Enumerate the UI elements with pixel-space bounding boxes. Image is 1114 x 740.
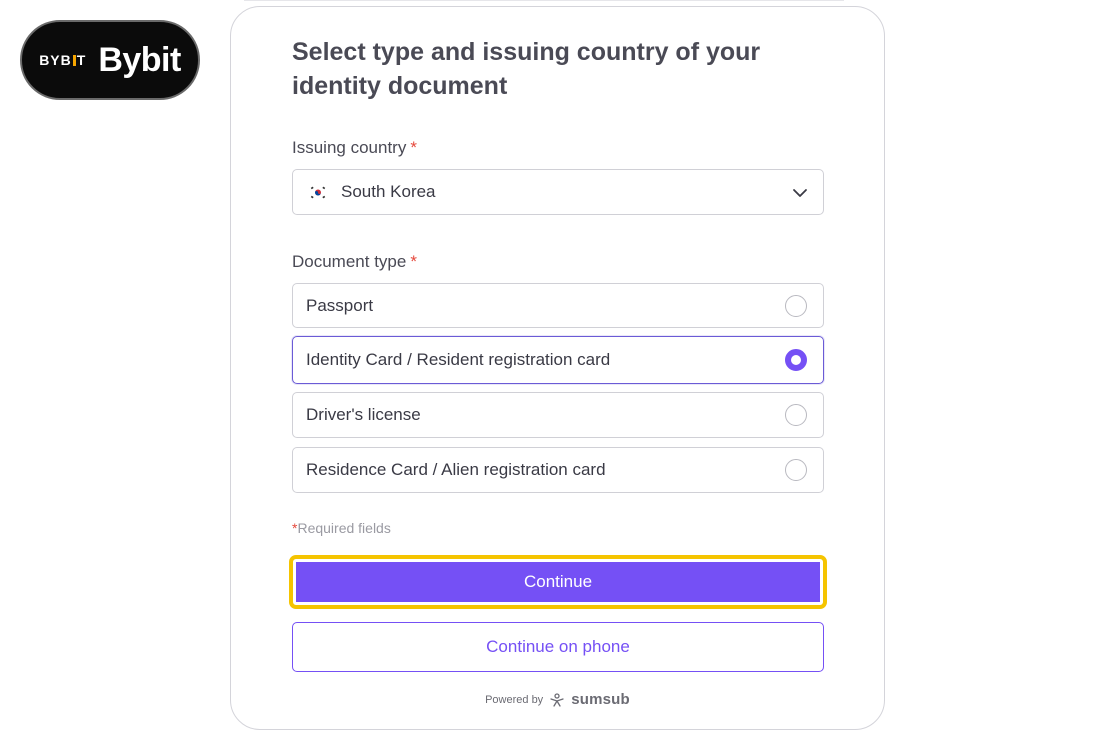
doc-option-passport[interactable]: Passport xyxy=(292,283,824,328)
required-star: * xyxy=(410,252,417,271)
doc-option-drivers-license[interactable]: Driver's license xyxy=(292,392,824,438)
form-title: Select type and issuing country of your … xyxy=(292,38,761,100)
required-fields-note: *Required fields xyxy=(292,520,391,536)
document-type-label-text: Document type xyxy=(292,252,407,271)
selected-country: South Korea xyxy=(341,182,436,201)
bybit-badge: BYB T Bybit xyxy=(20,20,200,100)
bybit-logo-icon: BYB T xyxy=(39,52,87,68)
verification-card: Select type and issuing country of your … xyxy=(230,6,885,730)
continue-on-phone-button[interactable]: Continue on phone xyxy=(292,622,824,672)
radio-unchecked-icon[interactable] xyxy=(785,459,807,481)
required-star: * xyxy=(410,138,417,157)
powered-by-footer: Powered by sumsub xyxy=(231,691,884,708)
doc-option-label: Driver's license xyxy=(306,405,421,424)
doc-option-label: Passport xyxy=(306,295,374,315)
issuing-country-label-text: Issuing country xyxy=(292,138,407,157)
sumsub-brand-text: sumsub xyxy=(571,691,630,708)
doc-option-residence-card[interactable]: Residence Card / Alien registration card xyxy=(292,447,824,493)
sumsub-logo-icon xyxy=(550,692,564,707)
required-fields-text: Required fields xyxy=(297,520,391,536)
chevron-down-icon xyxy=(793,189,807,197)
continue-button[interactable]: Continue xyxy=(296,562,820,602)
issuing-country-select[interactable]: South Korea xyxy=(292,169,824,215)
doc-option-label: Identity Card / Resident registration ca… xyxy=(306,350,611,369)
radio-unchecked-icon[interactable] xyxy=(785,404,807,426)
radio-unchecked-icon[interactable] xyxy=(785,294,807,317)
south-korea-flag-icon xyxy=(309,185,327,199)
radio-checked-icon[interactable] xyxy=(785,349,807,371)
continue-button-highlight: Continue xyxy=(289,555,827,609)
doc-option-label: Residence Card / Alien registration card xyxy=(306,460,606,479)
brand-name: Bybit xyxy=(98,40,181,79)
page-top-edge xyxy=(244,0,844,1)
doc-option-identity-card[interactable]: Identity Card / Resident registration ca… xyxy=(292,336,824,384)
powered-by-text: Powered by xyxy=(485,693,544,706)
document-type-label: Document type * xyxy=(292,252,417,272)
issuing-country-label: Issuing country * xyxy=(292,138,417,158)
